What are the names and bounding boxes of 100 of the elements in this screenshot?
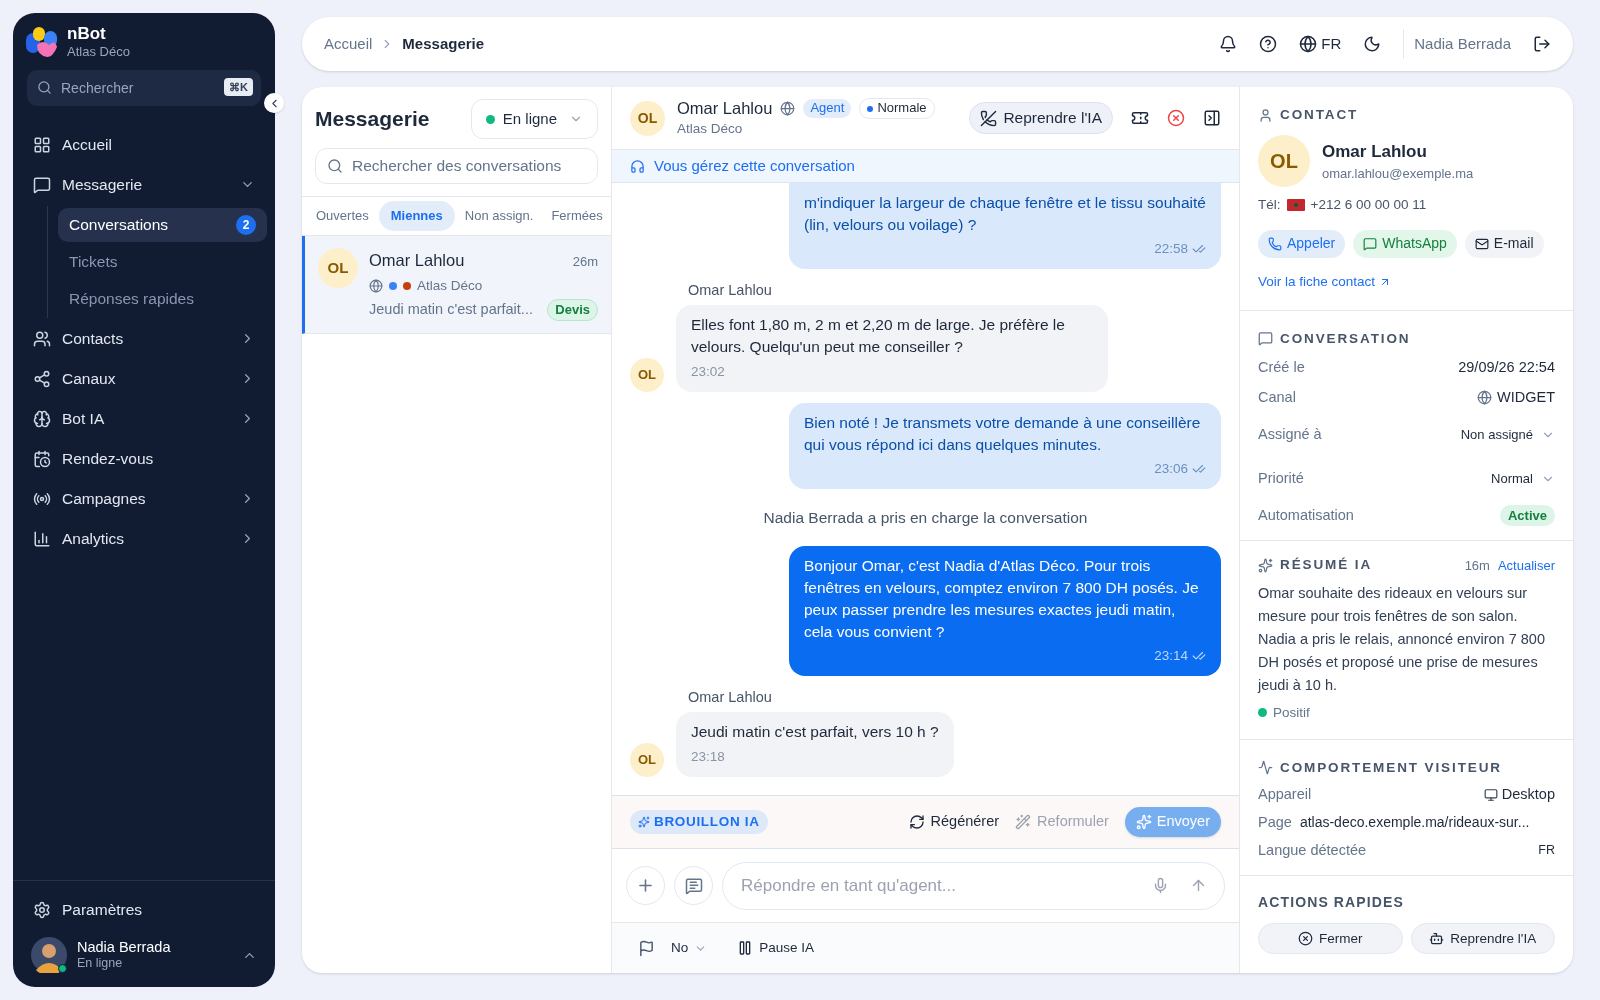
flag-icon (1286, 199, 1305, 212)
count-badge: 2 (236, 214, 256, 235)
quick-action-button[interactable]: Fermer (1258, 923, 1403, 955)
contact-action-button[interactable]: Appeler (1258, 229, 1346, 258)
chat-bubble-icon (1363, 236, 1378, 251)
sparkles-icon (638, 816, 650, 828)
nav-item[interactable]: Analytics (21, 519, 267, 558)
field-label: Canal (1258, 387, 1296, 407)
status-badge: Active (1499, 504, 1555, 527)
field-value: FR (1538, 842, 1555, 859)
contact-name: Omar Lahlou (369, 250, 465, 271)
message-time: 22:58 (1154, 240, 1188, 258)
contact-link[interactable]: Voir la fiche contact (1258, 271, 1555, 292)
settings-item[interactable]: Paramètres (21, 891, 267, 929)
avatar (31, 937, 67, 973)
summary-text: Omar souhaite des rideaux en velours sur mesure pour trois fenêtres de son salon. Nadia a pris le relais, annoncé environ 7 800 DH posés et proposé une prise de mesures jeudi à 10 h. (1258, 583, 1546, 695)
bar-chart-icon (33, 529, 51, 548)
field-label: Priorité (1258, 468, 1304, 488)
takeover-button[interactable]: Reprendre l'IA (969, 102, 1113, 134)
company-name: Atlas Déco (677, 120, 744, 138)
summary-age: 16m (1464, 556, 1490, 575)
close-conversation-icon[interactable] (1167, 109, 1185, 127)
priority-dropdown[interactable]: No (671, 937, 708, 959)
chat-bubble-icon (1258, 331, 1273, 347)
chat-bubble-icon (33, 175, 51, 194)
avatar: OL (630, 100, 665, 136)
nav-item[interactable]: Bot IA (21, 399, 267, 438)
message-bubble: Bien noté ! Je transmets votre demande à une conseillère qui vous répond ici dans quelques minutes. 23:06 (789, 402, 1221, 489)
mail-icon (1474, 236, 1489, 251)
role-badge: Agent (803, 99, 852, 118)
nav-item[interactable]: Accueil (21, 125, 267, 164)
search-field[interactable]: Rechercher des conversations (315, 148, 598, 184)
avatar: OL (630, 742, 664, 777)
draft-label: BROUILLON IA (630, 809, 768, 835)
language-button[interactable]: FR (1299, 32, 1342, 56)
refresh-link[interactable]: Actualiser (1497, 555, 1555, 576)
message-bubble: Jeudi matin c'est parfait, vers 10 h ? 23:18 (676, 711, 954, 777)
collapse-button[interactable] (264, 93, 284, 113)
nav-item[interactable]: Campagnes (21, 479, 267, 518)
field-label: Page (1258, 812, 1292, 832)
globe-icon (369, 278, 383, 293)
filter-tab[interactable]: Fermées (543, 201, 611, 231)
filter-tab[interactable]: Miennes (378, 201, 455, 231)
monitor-icon (1483, 787, 1498, 802)
field-value: atlas-deco.exemple.ma/rideaux-sur... (1299, 813, 1530, 833)
nav-item[interactable]: Rendez-vous (21, 439, 267, 478)
users-icon (33, 329, 51, 348)
panel-toggle-icon[interactable] (1203, 109, 1221, 127)
nav-subitem[interactable]: Conversations 2 (58, 207, 267, 242)
message-bubble: m'indiquer la largeur de chaque fenêtre et le tissu souhaité (lin, velours ou voilage) ? 22:58 (789, 183, 1221, 269)
filter-tab[interactable]: Non assign. (456, 201, 542, 231)
sparkles-icon (1258, 557, 1273, 573)
select-field[interactable]: Normal (1491, 460, 1555, 497)
nav-subitem[interactable]: Réponses rapides (58, 281, 267, 316)
nav-item[interactable]: Messagerie (21, 165, 267, 204)
field-label: Langue détectée (1258, 840, 1367, 860)
message-time: 23:14 (1154, 647, 1188, 665)
flag-icon (638, 939, 655, 957)
share-icon (33, 369, 51, 388)
search-icon (327, 158, 343, 174)
brain-icon (33, 409, 51, 428)
select-field[interactable]: Non assigné (1460, 416, 1555, 453)
activity-icon (1258, 760, 1273, 776)
nav-subitem[interactable]: Tickets (58, 244, 267, 279)
user-status: En ligne (77, 956, 124, 972)
nav-item[interactable]: Contacts (21, 319, 267, 358)
status-banner: Vous gérez cette conversation (612, 150, 1239, 183)
contact-name: Omar Lahlou (677, 98, 773, 119)
conversation-item[interactable]: OL Omar Lahlou 26m Atlas Déco Jeudi matin c'est parfait... Devis (302, 236, 611, 334)
breadcrumb-item[interactable]: Accueil (324, 32, 373, 56)
help-icon[interactable] (1259, 35, 1278, 53)
search-icon (37, 79, 52, 95)
close-circle-icon (1298, 931, 1313, 947)
contact-action-button[interactable]: WhatsApp (1353, 229, 1457, 258)
filter-tab[interactable]: Ouvertes (308, 201, 377, 231)
nav-item[interactable]: Canaux (21, 359, 267, 398)
avatar: OL (1258, 135, 1310, 188)
contact-email: omar.lahlou@exemple.ma (1322, 165, 1474, 184)
field-label: Appareil (1258, 785, 1312, 804)
pause-ai-button[interactable]: Pause IA (737, 937, 815, 959)
section-heading: RÉSUMÉ IA (1280, 556, 1373, 575)
breadcrumb-item: Messagerie (402, 33, 485, 54)
magic-wand-icon (1015, 814, 1032, 830)
draft-action-button[interactable]: Régénérer (908, 811, 1000, 833)
logout-icon[interactable] (1533, 35, 1551, 53)
avatar: OL (630, 357, 664, 392)
ticket-icon[interactable] (1131, 109, 1149, 127)
user-name: Nadia Berrada (1414, 33, 1511, 54)
status-dropdown[interactable]: En ligne (470, 99, 598, 139)
moon-icon[interactable] (1363, 35, 1382, 53)
section-heading: COMPORTEMENT VISITEUR (1280, 758, 1502, 777)
section-heading: ACTIONS RAPIDES (1258, 893, 1405, 913)
notification-icon[interactable] (1219, 35, 1238, 53)
user-name: Nadia Berrada (77, 938, 172, 957)
contact-action-button[interactable]: E-mail (1464, 229, 1544, 258)
message-time: 23:02 (691, 362, 726, 381)
globe-icon (1299, 35, 1318, 53)
headset-icon (630, 158, 645, 174)
user-menu[interactable]: Nadia Berrada En ligne (21, 937, 267, 973)
quick-action-button[interactable]: Reprendre l'IA (1410, 923, 1555, 955)
